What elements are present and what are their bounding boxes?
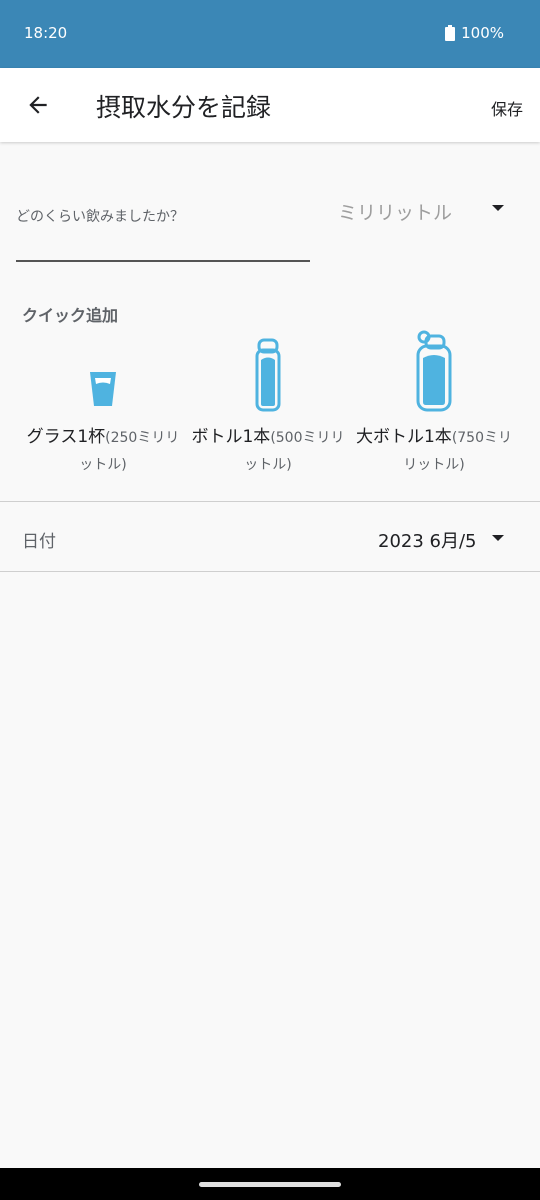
battery-icon — [445, 25, 456, 41]
quick-item-amount: (500ミリリ — [270, 430, 345, 446]
divider — [0, 571, 540, 572]
save-button[interactable]: 保存 — [491, 96, 523, 120]
date-select[interactable]: 2023 6月/5 — [378, 526, 512, 552]
amount-input[interactable] — [16, 260, 310, 262]
unit-select-value: ミリリットル — [338, 202, 453, 224]
dropdown-arrow-icon — [492, 205, 504, 211]
quick-add-title: クイック追加 — [22, 306, 119, 325]
back-button[interactable] — [18, 85, 58, 125]
quick-item-label: グラス1杯 — [26, 427, 106, 447]
amount-field-label: どのくらい飲みましたか？ — [16, 209, 184, 225]
quick-item-amount: (750ミリ — [451, 430, 512, 446]
quick-item-label: ボトル1本 — [191, 427, 271, 447]
status-bar: 18:20 100% — [0, 0, 540, 68]
quick-item-amount-cont: ットル) — [244, 457, 292, 473]
quick-add-bottle[interactable]: ボトル1本(500ミリリ ットル) — [183, 330, 353, 480]
battery-percent: 100% — [461, 24, 504, 42]
navigation-bar — [0, 1168, 540, 1200]
status-right: 100% — [445, 24, 504, 42]
dropdown-arrow-icon — [492, 535, 504, 541]
quick-add-large-bottle[interactable]: 大ボトル1本(750ミリ リットル) — [349, 330, 519, 480]
quick-item-label: 大ボトル1本 — [355, 427, 452, 447]
quick-item-amount-cont: ットル) — [79, 457, 127, 473]
home-indicator[interactable] — [199, 1182, 341, 1187]
bottle-icon — [255, 338, 281, 412]
date-value: 2023 6月/5 — [378, 531, 477, 552]
date-label: 日付 — [22, 532, 56, 552]
app-bar: 摂取水分を記録 保存 — [0, 68, 540, 142]
page-title: 摂取水分を記録 — [96, 93, 272, 122]
unit-select[interactable]: ミリリットル — [336, 196, 512, 226]
glass-icon — [90, 372, 116, 406]
quick-item-amount-cont: リットル) — [403, 457, 465, 473]
large-bottle-icon — [416, 330, 452, 412]
quick-item-amount: (250ミリリ — [105, 430, 180, 446]
divider — [0, 501, 540, 502]
arrow-left-icon — [29, 96, 47, 114]
status-time: 18:20 — [24, 24, 68, 42]
quick-add-glass[interactable]: グラス1杯(250ミリリ ットル) — [18, 330, 188, 480]
